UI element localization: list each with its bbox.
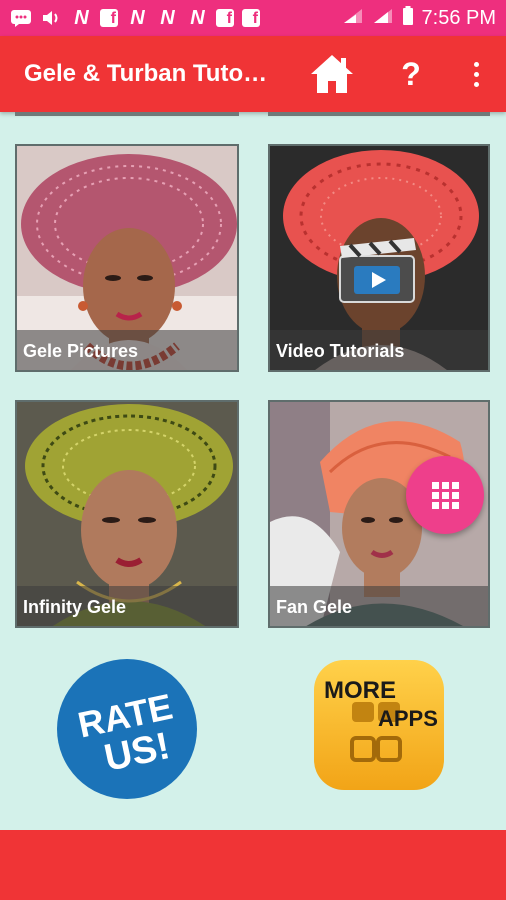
status-notifications: N f N N N f f xyxy=(10,6,260,29)
more-apps-button[interactable]: MORE APPS xyxy=(312,658,446,792)
rate-us-button[interactable]: RATE US! xyxy=(56,658,198,800)
tile-label: Fan Gele xyxy=(270,586,488,626)
tile-gele-pictures[interactable]: Gele Pictures xyxy=(15,144,239,372)
app-title: Gele & Turban Tutorials xyxy=(24,60,274,87)
home-icon xyxy=(311,55,353,93)
message-icon xyxy=(10,8,32,28)
status-time: 7:56 PM xyxy=(421,6,496,29)
facebook-icon: f xyxy=(242,9,260,27)
status-system: 7:56 PM xyxy=(342,5,496,31)
tile-infinity-gele[interactable]: Infinity Gele xyxy=(15,400,239,628)
tile-video-tutorials[interactable]: Video Tutorials xyxy=(268,144,490,372)
home-button[interactable] xyxy=(309,52,355,96)
signal-icon xyxy=(342,7,364,30)
tile-label: Gele Pictures xyxy=(17,330,237,370)
scroll-edge xyxy=(15,112,239,116)
apps-grid-fab[interactable] xyxy=(406,456,484,534)
battery-icon xyxy=(402,5,414,31)
more-vert-icon xyxy=(473,61,479,67)
n-app-icon: N xyxy=(160,6,174,29)
signal-icon xyxy=(372,7,394,30)
status-bar: N f N N N f f 7:56 PM xyxy=(0,0,506,36)
help-button[interactable]: ? xyxy=(396,52,426,96)
more-apps-line2: APPS xyxy=(378,706,438,731)
more-options-button[interactable] xyxy=(466,56,486,92)
n-app-icon: N xyxy=(190,6,204,29)
facebook-icon: f xyxy=(100,9,118,27)
facebook-icon: f xyxy=(216,9,234,27)
bottom-banner xyxy=(0,830,506,900)
n-app-icon: N xyxy=(130,6,144,29)
main-content: Gele Pictures Video Tutorials Infinity G… xyxy=(0,112,506,830)
tile-label: Infinity Gele xyxy=(17,586,237,626)
apps-grid-icon xyxy=(431,481,459,509)
volume-icon xyxy=(40,8,62,28)
tile-label: Video Tutorials xyxy=(270,330,488,370)
more-apps-line1: MORE xyxy=(324,677,396,704)
scroll-edge xyxy=(268,112,490,116)
app-toolbar: Gele & Turban Tutorials ? xyxy=(0,36,506,112)
n-app-icon: N xyxy=(74,6,88,29)
